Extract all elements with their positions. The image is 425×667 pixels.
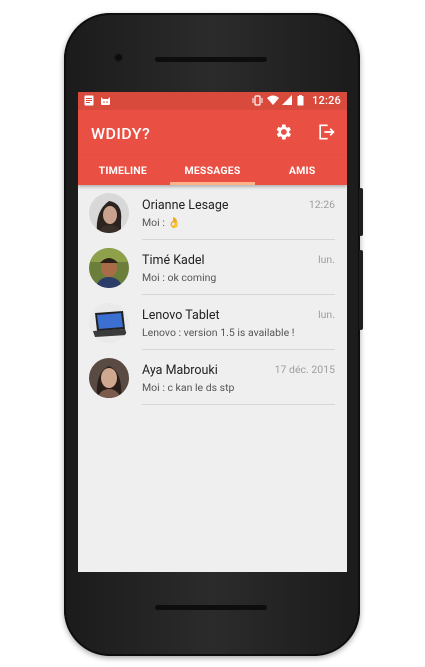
conversation-item[interactable]: Aya Mabrouki Moi : c kan le ds stp 17 dé… xyxy=(78,350,347,405)
screen: 12:26 WDIDY? TIMELINE MESSAGES AMIS Oria… xyxy=(78,92,347,572)
front-camera xyxy=(114,53,123,62)
message-date: 12:26 xyxy=(308,198,335,211)
conversation-item[interactable]: Orianne Lesage Moi : 👌 12:26 xyxy=(78,185,347,240)
message-preview: Moi : c kan le ds stp xyxy=(142,381,235,394)
bottom-speaker xyxy=(155,605,267,610)
conversation-item[interactable]: Lenovo Tablet Lenovo : version 1.5 is av… xyxy=(78,295,347,350)
top-speaker xyxy=(155,57,267,62)
avatar xyxy=(89,303,129,343)
app-title: WDIDY? xyxy=(91,124,151,143)
logout-button[interactable] xyxy=(316,122,336,142)
conversation-list: Orianne Lesage Moi : 👌 12:26 Timé Kadel … xyxy=(78,185,347,405)
avatar xyxy=(89,193,129,233)
exit-icon xyxy=(319,124,335,140)
vibrate-icon xyxy=(252,95,263,106)
message-date: lun. xyxy=(318,253,335,266)
conversation-item[interactable]: Timé Kadel Moi : ok coming lun. xyxy=(78,240,347,295)
app-bar: WDIDY? xyxy=(78,110,347,155)
message-date: 17 déc. 2015 xyxy=(274,363,335,376)
avatar xyxy=(89,358,129,398)
contact-name: Lenovo Tablet xyxy=(142,308,220,323)
contact-name: Timé Kadel xyxy=(142,253,205,268)
wifi-icon xyxy=(267,95,280,106)
tab-amis[interactable]: AMIS xyxy=(257,155,347,185)
power-button xyxy=(359,188,363,236)
settings-button[interactable] xyxy=(273,122,293,142)
message-preview: Moi : ok coming xyxy=(142,271,217,284)
signal-icon xyxy=(282,95,293,106)
status-time: 12:26 xyxy=(312,94,341,107)
tab-bar: TIMELINE MESSAGES AMIS xyxy=(78,155,347,185)
contact-name: Orianne Lesage xyxy=(142,198,229,213)
message-preview: Moi : 👌 xyxy=(142,216,181,229)
volume-button xyxy=(359,250,363,330)
tab-messages[interactable]: MESSAGES xyxy=(168,155,258,185)
cat-app-icon xyxy=(100,95,110,106)
notification-app-icon xyxy=(84,95,94,106)
message-preview: Lenovo : version 1.5 is available ! xyxy=(142,326,295,339)
message-date: lun. xyxy=(318,308,335,321)
avatar xyxy=(89,248,129,288)
gear-icon xyxy=(276,124,291,140)
battery-icon xyxy=(297,95,307,106)
divider xyxy=(142,404,335,405)
tab-timeline[interactable]: TIMELINE xyxy=(78,155,168,185)
status-bar: 12:26 xyxy=(78,92,347,110)
contact-name: Aya Mabrouki xyxy=(142,363,218,378)
